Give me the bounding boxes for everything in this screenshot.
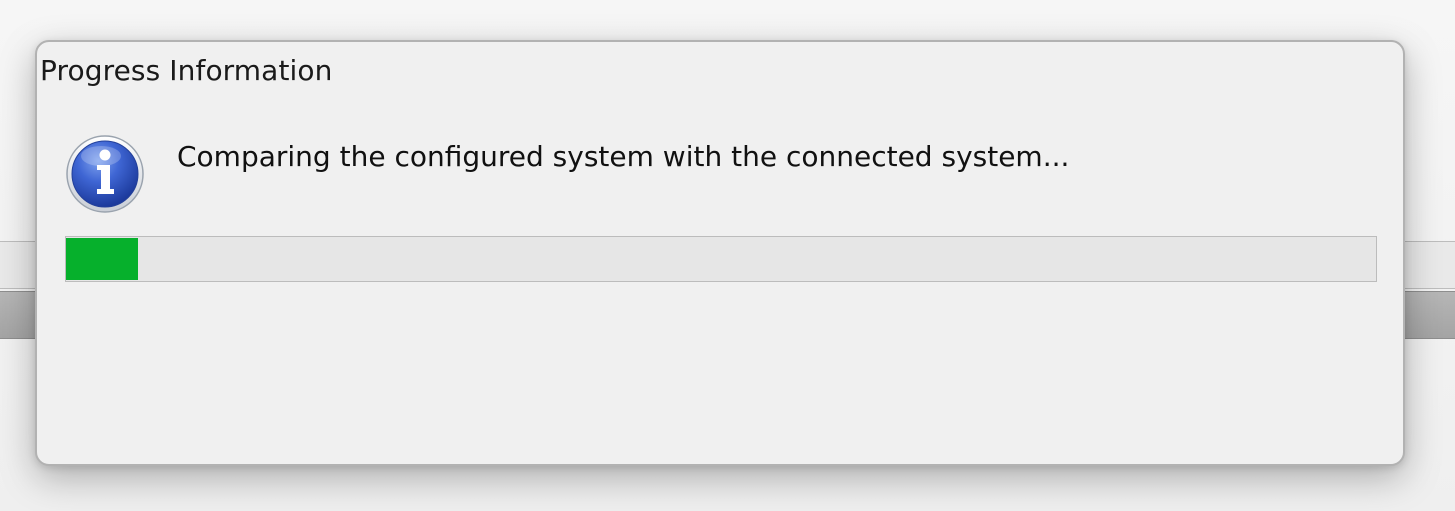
progress-bar-fill: [66, 238, 138, 280]
progress-dialog: Progress Information Comparing the confi…: [35, 40, 1405, 466]
progress-bar: [65, 236, 1377, 282]
dialog-title: Progress Information: [40, 54, 333, 87]
progress-message: Comparing the configured system with the…: [177, 140, 1070, 173]
info-icon: [66, 135, 144, 213]
